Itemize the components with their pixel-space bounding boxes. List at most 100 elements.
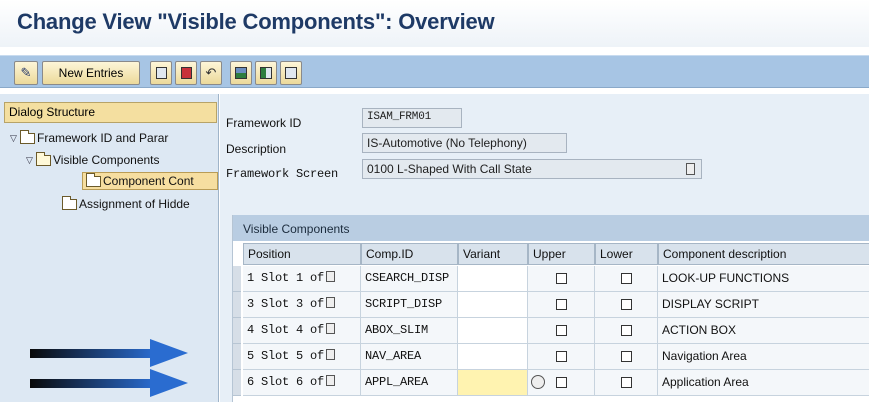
copy-button[interactable] [150, 61, 172, 85]
folder-icon [20, 129, 35, 144]
component-description-cell: DISPLAY SCRIPT [658, 292, 869, 318]
new-entries-label: New Entries [58, 66, 124, 80]
variant-header[interactable]: Variant [458, 243, 528, 265]
lower-header[interactable]: Lower [595, 243, 658, 265]
undo-icon: ↶ [205, 65, 217, 80]
lower-checkbox[interactable] [620, 299, 632, 310]
tree-node-label: Framework ID and Parar [37, 131, 169, 145]
framework-screen-code: 0100 [367, 162, 394, 176]
component-description-cell-text: Application Area [662, 375, 749, 389]
variant-cell[interactable] [458, 370, 528, 396]
row-selector[interactable] [233, 370, 241, 396]
comp-id-cell[interactable]: ABOX_SLIM [361, 318, 458, 344]
select-block-button[interactable] [255, 61, 277, 85]
lower-checkbox[interactable] [620, 325, 632, 336]
clipboard-icon[interactable] [326, 297, 336, 308]
framework-id-field[interactable]: ISAM_FRM01 [362, 108, 462, 128]
comp-id-header[interactable]: Comp.ID [361, 243, 458, 265]
lower-checkbox-cell[interactable] [595, 266, 658, 292]
upper-checkbox-cell[interactable] [528, 318, 595, 344]
toolbar: ✎ New Entries ↶ [0, 55, 869, 88]
comp-id-cell[interactable]: SCRIPT_DISP [361, 292, 458, 318]
position-header[interactable]: Position [243, 243, 361, 265]
toggle-display-change-button[interactable]: ✎ [14, 61, 38, 85]
position-cell-text: 4 Slot 4 of [247, 323, 325, 337]
lower-checkbox-cell[interactable] [595, 292, 658, 318]
row-selector[interactable] [233, 344, 241, 370]
upper-checkbox-cell[interactable] [528, 266, 595, 292]
component-description-cell-text: DISPLAY SCRIPT [662, 297, 759, 311]
comp-id-cell[interactable]: APPL_AREA [361, 370, 458, 396]
comp-id-cell-text: APPL_AREA [365, 375, 429, 389]
upper-checkbox[interactable] [555, 377, 567, 388]
variant-cell[interactable] [458, 344, 528, 370]
position-cell: 5 Slot 5 of [243, 344, 361, 370]
visible-components-table: Visible Components Position Comp.ID Varian… [232, 215, 869, 402]
component-description-cell: Navigation Area [658, 344, 869, 370]
lower-checkbox[interactable] [620, 273, 632, 284]
collapse-triangle-icon[interactable]: ▽ [26, 155, 36, 166]
upper-checkbox[interactable] [555, 325, 567, 336]
position-cell-text: 3 Slot 3 of [247, 297, 325, 311]
table-title: Visible Components [233, 215, 869, 241]
tree-node-label: Component Cont [103, 174, 194, 188]
clipboard-icon[interactable] [326, 349, 336, 360]
lower-checkbox-cell[interactable] [595, 318, 658, 344]
position-cell-text: 5 Slot 5 of [247, 349, 325, 363]
row-selector[interactable] [233, 318, 241, 344]
delete-icon [180, 67, 192, 79]
folder-icon [62, 195, 77, 210]
comp-id-cell[interactable]: NAV_AREA [361, 344, 458, 370]
variant-cell[interactable] [458, 266, 528, 292]
tree-node-component-cont[interactable]: Component Cont [82, 172, 218, 190]
description-label: Description [226, 142, 287, 156]
tree-node-framework-id[interactable]: ▽ Framework ID and Parar [10, 129, 216, 147]
framework-screen-label: Framework Screen [226, 167, 339, 181]
upper-checkbox[interactable] [555, 299, 567, 310]
component-description-cell: ACTION BOX [658, 318, 869, 344]
upper-checkbox-cell[interactable] [528, 292, 595, 318]
clipboard-icon[interactable] [326, 375, 336, 386]
comp-id-cell-text: ABOX_SLIM [365, 323, 429, 337]
description-field[interactable]: IS-Automotive (No Telephony) [362, 133, 567, 153]
comp-id-cell[interactable]: CSEARCH_DISP [361, 266, 458, 292]
lower-checkbox-cell[interactable] [595, 344, 658, 370]
delete-button[interactable] [175, 61, 197, 85]
deselect-all-button[interactable] [280, 61, 302, 85]
component-description-header[interactable]: Component description [658, 243, 869, 265]
framework-screen-field[interactable]: 0100 L-Shaped With Call State [362, 159, 702, 179]
pencil-icon: ✎ [20, 65, 32, 80]
variant-cell[interactable] [458, 318, 528, 344]
upper-checkbox-cell[interactable] [528, 370, 595, 396]
undo-button[interactable]: ↶ [200, 61, 222, 85]
dropdown-icon[interactable] [686, 163, 695, 175]
clipboard-icon[interactable] [326, 323, 336, 334]
collapse-triangle-icon[interactable]: ▽ [10, 133, 20, 144]
component-description-cell: LOOK-UP FUNCTIONS [658, 266, 869, 292]
upper-checkbox[interactable] [555, 273, 567, 284]
comp-id-cell-text: SCRIPT_DISP [365, 297, 443, 311]
select-all-button[interactable] [230, 61, 252, 85]
row-selector[interactable] [233, 292, 241, 318]
lower-checkbox[interactable] [620, 351, 632, 362]
position-cell-text: 1 Slot 1 of [247, 271, 325, 285]
row-selector[interactable] [233, 266, 241, 292]
upper-header[interactable]: Upper [528, 243, 595, 265]
tree-node-assignment-hidden[interactable]: Assignment of Hidde [62, 195, 218, 213]
component-description-cell-text: LOOK-UP FUNCTIONS [662, 271, 790, 285]
upper-checkbox-cell[interactable] [528, 344, 595, 370]
component-description-cell-text: Navigation Area [662, 349, 747, 363]
value-help-icon[interactable] [531, 375, 545, 389]
upper-checkbox[interactable] [555, 351, 567, 362]
lower-checkbox-cell[interactable] [595, 370, 658, 396]
lower-checkbox[interactable] [620, 377, 632, 388]
framework-id-label: Framework ID [226, 116, 302, 130]
open-folder-icon [36, 151, 51, 166]
tree-node-visible-components[interactable]: ▽ Visible Components [26, 151, 216, 169]
variant-cell[interactable] [458, 292, 528, 318]
new-entries-button[interactable]: New Entries [42, 61, 140, 85]
main-area: Framework ID ISAM_FRM01 Description IS-A… [220, 94, 869, 402]
clipboard-icon[interactable] [326, 271, 336, 282]
framework-screen-value: L-Shaped With Call State [397, 162, 532, 176]
component-description-cell: Application Area [658, 370, 869, 396]
